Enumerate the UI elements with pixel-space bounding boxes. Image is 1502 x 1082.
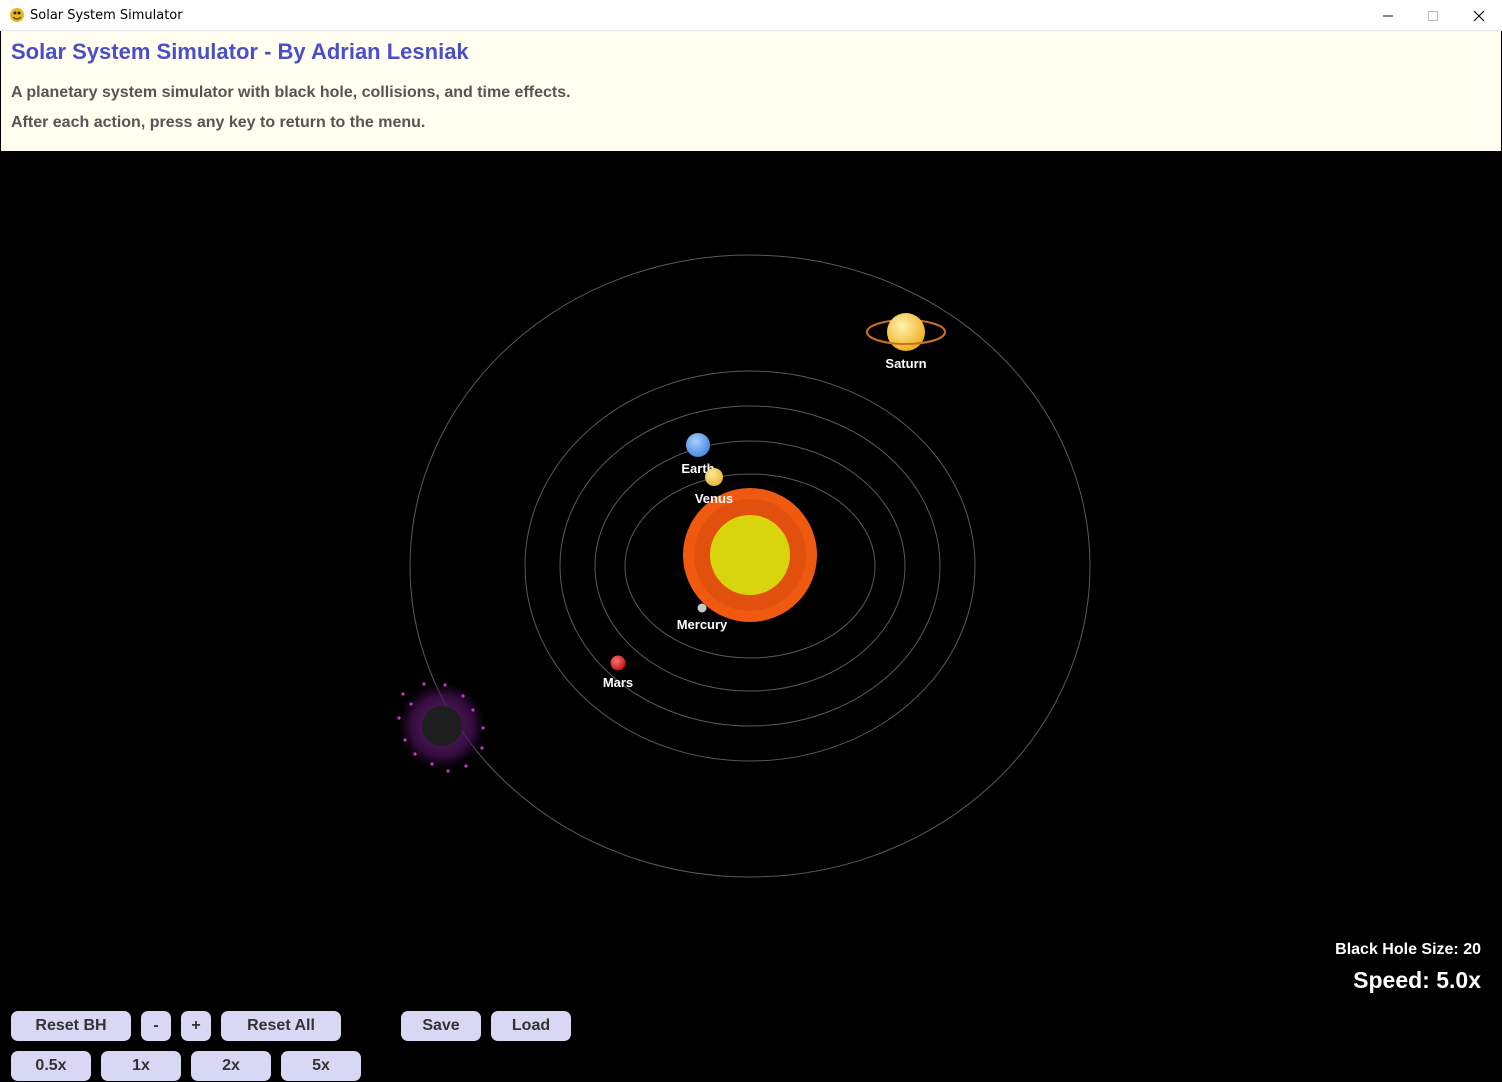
black-hole[interactable]: [397, 682, 486, 773]
window-titlebar: Solar System Simulator: [0, 0, 1502, 31]
speed-5x-button[interactable]: 5x: [281, 1051, 361, 1081]
black-hole-size-readout: Black Hole Size: 20: [1335, 941, 1481, 958]
planet-venus[interactable]: [705, 468, 723, 486]
decrease-black-hole-button[interactable]: -: [141, 1011, 171, 1041]
description-line-2: After each action, press any key to retu…: [11, 114, 426, 131]
save-button[interactable]: Save: [401, 1011, 481, 1041]
planet-mercury[interactable]: [697, 603, 707, 613]
simulation-canvas[interactable]: Saturn Earth Venus Mercury Mars Black Ho…: [1, 151, 1501, 1081]
python-snake-icon: [10, 8, 24, 22]
saturn-label: Saturn: [885, 356, 926, 371]
reset-all-button[interactable]: Reset All: [221, 1011, 341, 1041]
window-title: Solar System Simulator: [30, 8, 183, 23]
mars-label: Mars: [603, 675, 633, 690]
solar-system-scene: Saturn Earth Venus Mercury Mars: [397, 254, 1091, 878]
speed-2x-button[interactable]: 2x: [191, 1051, 271, 1081]
speed-0-5x-button[interactable]: 0.5x: [11, 1051, 91, 1081]
load-button[interactable]: Load: [491, 1011, 571, 1041]
info-header: Solar System Simulator - By Adrian Lesni…: [1, 31, 1501, 151]
maximize-icon: [1427, 10, 1438, 21]
planet-mars[interactable]: [610, 655, 626, 671]
minimize-button[interactable]: [1365, 0, 1410, 31]
app-heading: Solar System Simulator - By Adrian Lesni…: [11, 39, 469, 64]
description-line-1: A planetary system simulator with black …: [11, 84, 571, 101]
speed-readout: Speed: 5.0x: [1353, 967, 1481, 993]
planet-saturn[interactable]: [866, 313, 946, 351]
venus-label: Venus: [695, 491, 733, 506]
mercury-label: Mercury: [677, 617, 728, 632]
minimize-icon: [1382, 15, 1393, 16]
reset-black-hole-button[interactable]: Reset BH: [11, 1011, 131, 1041]
increase-black-hole-button[interactable]: +: [181, 1011, 211, 1041]
sun[interactable]: [683, 488, 817, 622]
close-button[interactable]: [1456, 0, 1501, 31]
close-icon: [1473, 10, 1484, 21]
maximize-button[interactable]: [1410, 0, 1455, 31]
planet-earth[interactable]: [686, 433, 710, 457]
speed-1x-button[interactable]: 1x: [101, 1051, 181, 1081]
